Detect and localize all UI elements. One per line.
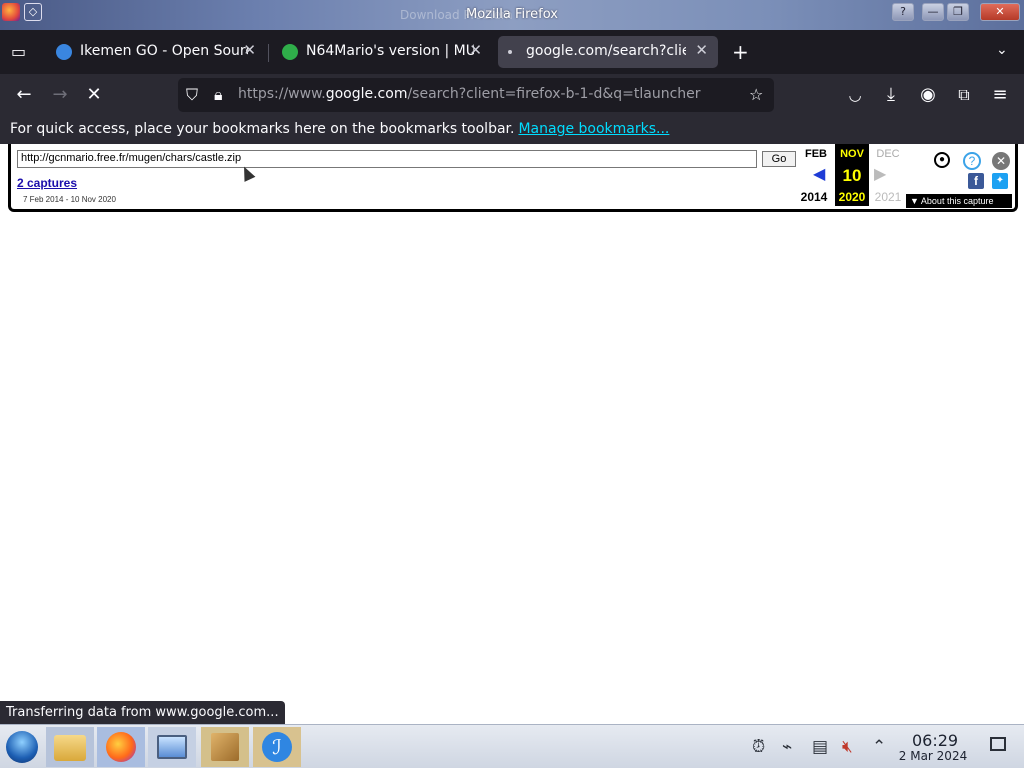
menu-icon[interactable]: ≡	[987, 82, 1013, 108]
start-menu-button[interactable]	[0, 727, 44, 767]
tab-strip: ▭ Ikemen GO - Open Source ✕ N64Mario's v…	[0, 30, 1024, 74]
extensions-icon[interactable]: ⧉	[951, 82, 977, 108]
taskbar-firefox[interactable]	[97, 727, 145, 767]
list-all-tabs-icon[interactable]: ⌄	[996, 42, 1008, 58]
window-title: Mozilla Firefox	[466, 7, 558, 22]
url-prefix: https://www.	[238, 86, 326, 102]
prev-month-link[interactable]: FEB	[799, 148, 833, 160]
url-suffix: /search?client=firefox-b-1-d&q=tlauncher	[407, 86, 701, 102]
taskbar-package-manager[interactable]	[201, 727, 249, 767]
tab-ikemen[interactable]: Ikemen GO - Open Source ✕	[44, 36, 266, 68]
url-domain: google.com	[325, 86, 408, 102]
wayback-go-button[interactable]: Go	[762, 151, 796, 167]
close-window-button[interactable]: ✕	[980, 3, 1020, 21]
help-icon[interactable]: ?	[963, 152, 981, 170]
clipboard-icon[interactable]: ▤	[812, 737, 828, 757]
help-button[interactable]: ?	[892, 3, 914, 21]
close-tab-icon[interactable]: ✕	[243, 41, 256, 59]
lock-icon[interactable]: 🔒︎	[214, 85, 223, 105]
next-year-label: 2021	[874, 190, 902, 204]
maximize-button[interactable]: ❐	[947, 3, 969, 21]
pocket-icon[interactable]: ◡	[842, 82, 868, 108]
tab-label: N64Mario's version | MUGEN	[306, 43, 474, 59]
stop-loading-button[interactable]: ✕	[81, 82, 107, 108]
twitter-icon[interactable]: ✦	[992, 173, 1008, 189]
volume-muted-icon[interactable]: 🔇︎	[842, 737, 853, 757]
url-text[interactable]: https://www.google.com/search?client=fir…	[238, 86, 701, 102]
tab-label: google.com/search?client	[526, 43, 686, 59]
status-panel: Transferring data from www.google.com...	[0, 701, 285, 725]
minimize-button[interactable]: —	[922, 3, 944, 21]
clock-time[interactable]: 06:29	[912, 731, 958, 750]
tab-mugen[interactable]: N64Mario's version | MUGEN ✕	[270, 36, 492, 68]
show-desktop-icon[interactable]	[990, 737, 1006, 751]
downloads-icon[interactable]: ⤓	[878, 82, 904, 108]
package-box-icon	[211, 733, 239, 761]
wayback-url-input[interactable]: http://gcnmario.free.fr/mugen/chars/cast…	[17, 150, 757, 168]
firefox-icon	[106, 732, 136, 762]
ikemen-icon	[56, 44, 72, 60]
window-titlebar: ◇ Download Problem Mozilla Firefox ? — ❐…	[0, 0, 1024, 30]
account-icon[interactable]: ◉	[915, 82, 941, 108]
start-orb-icon	[6, 731, 38, 763]
new-tab-icon[interactable]: +	[732, 40, 749, 64]
firefox-view-icon[interactable]: ▭	[11, 42, 26, 61]
current-year: 2020	[838, 190, 866, 204]
prev-year-link[interactable]: 2014	[797, 190, 831, 204]
close-toolbar-icon[interactable]: ✕	[992, 152, 1010, 170]
manage-bookmarks-link[interactable]: Manage bookmarks...	[518, 121, 669, 137]
mugen-icon	[282, 44, 298, 60]
url-bar[interactable]: ⛉ 🔒︎ https://www.google.com/search?clien…	[178, 78, 774, 112]
show-hidden-icons-icon[interactable]: ⌃	[872, 737, 886, 757]
bookmarks-toolbar: For quick access, place your bookmarks h…	[0, 116, 1024, 144]
taskbar: ℐ ⏰︎ ⌁ ▤ 🔇︎ ⌃ 06:29 2 Mar 2024	[0, 724, 1024, 768]
tab-google-search[interactable]: google.com/search?client ✕	[498, 36, 718, 68]
current-day: 10	[842, 166, 862, 185]
settings-monitor-icon	[157, 735, 187, 759]
wayback-toolbar: http://gcnmario.free.fr/mugen/chars/cast…	[8, 144, 1018, 212]
tab-separator	[268, 44, 269, 62]
captures-range: 7 Feb 2014 - 10 Nov 2020	[23, 195, 116, 204]
folder-icon	[54, 735, 86, 761]
next-month-label: DEC	[876, 148, 900, 160]
tracking-protection-icon[interactable]: ⛉	[186, 85, 198, 105]
clock-date[interactable]: 2 Mar 2024	[896, 749, 970, 763]
bookmarks-message: For quick access, place your bookmarks h…	[10, 121, 669, 137]
prev-capture-arrow-icon[interactable]: ◀	[813, 164, 825, 184]
taskbar-ikemen[interactable]: ℐ	[253, 727, 301, 767]
close-tab-icon[interactable]: ✕	[695, 41, 708, 59]
next-capture-arrow-icon: ▶	[874, 166, 887, 183]
current-capture-date: NOV 10 2020	[835, 144, 869, 206]
captures-link[interactable]: 2 captures	[17, 176, 77, 190]
bookmark-star-icon[interactable]: ☆	[749, 85, 763, 104]
facebook-icon[interactable]: f	[968, 173, 984, 189]
current-month: NOV	[840, 148, 864, 160]
bookmarks-hint: For quick access, place your bookmarks h…	[10, 121, 515, 137]
about-capture-button[interactable]: ▼ About this capture	[906, 194, 1012, 208]
network-icon[interactable]: ⌁	[782, 737, 792, 757]
tab-label: Ikemen GO - Open Source	[80, 43, 248, 59]
ikemen-app-icon: ℐ	[262, 732, 292, 762]
user-account-icon[interactable]: ●	[934, 152, 950, 168]
forward-button[interactable]: →	[47, 82, 73, 108]
notifications-icon[interactable]: ⏰︎	[752, 737, 765, 757]
navigation-bar: ← → ✕ ⛉ 🔒︎ https://www.google.com/search…	[0, 74, 1024, 116]
about-capture-label: About this capture	[920, 196, 994, 206]
loading-dot-icon	[508, 50, 512, 54]
close-tab-icon[interactable]: ✕	[469, 41, 482, 59]
back-button[interactable]: ←	[11, 82, 37, 108]
dropdown-arrow-icon: ▼	[910, 196, 921, 206]
taskbar-file-manager[interactable]	[46, 727, 94, 767]
taskbar-system-settings[interactable]	[148, 727, 196, 767]
